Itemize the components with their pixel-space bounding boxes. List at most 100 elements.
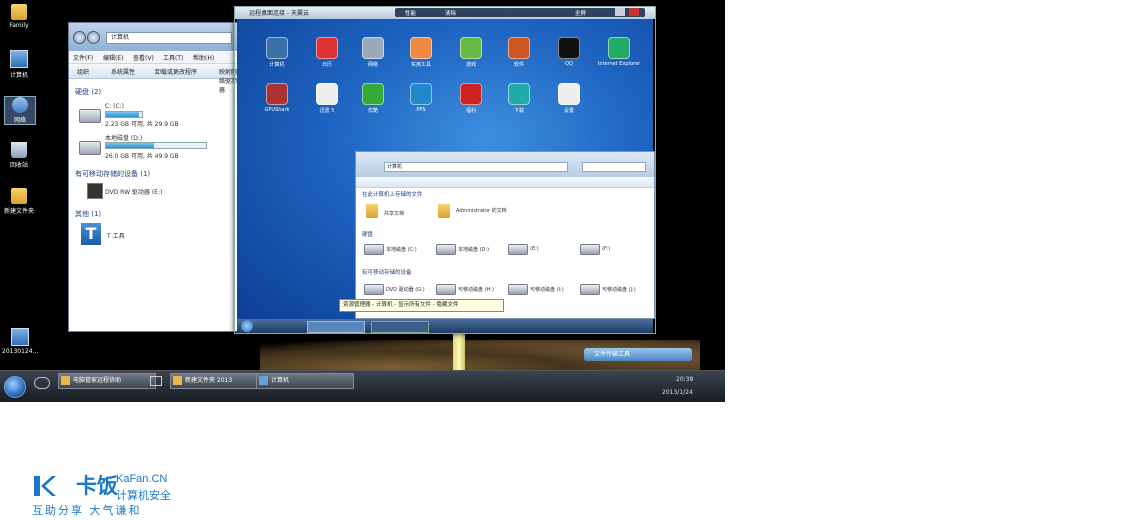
close-button[interactable] [629,8,639,16]
group-removable[interactable]: 有可移动存储的设备 (1) [75,169,150,179]
screenshot-icon [11,328,29,346]
drive-c-usage-bar [105,111,143,118]
remote-icon-xunlei[interactable]: 迅雷 5 [305,83,349,114]
gpu-icon [266,83,288,105]
kafan-logo: 卡饭 KaFan.CN 计算机安全 互助分享 大气谦和 [32,470,192,517]
other-item[interactable]: T T 工具 [79,223,229,247]
back-button[interactable] [73,31,86,44]
remote-taskbar [237,319,653,333]
system-properties-button[interactable]: 系统属性 [111,67,135,76]
menu-edit[interactable]: 编辑(E) [103,53,123,62]
download-icon [316,83,338,105]
menu-view[interactable]: 查看(V) [133,53,154,62]
uninstall-program-button[interactable]: 卸载或更改程序 [155,67,197,76]
folder-icon [366,204,378,218]
remote-icon-youku[interactable]: 优酷 [351,83,395,114]
remote-start-button[interactable] [241,320,253,332]
start-button[interactable] [4,376,26,398]
remote-icon-utility[interactable]: 实用工具 [399,37,443,68]
remote-icon-ie[interactable]: Internet Explorer [597,37,641,67]
dvd-drive-icon [364,284,384,295]
menu-bar: 文件(F) 编辑(E) 查看(V) 工具(T) 帮助(H) [69,52,239,64]
remote-perf-button[interactable]: 性能 [405,9,416,17]
system-tray[interactable] [600,376,650,396]
folder-icon [173,376,182,385]
recycle-bin-icon [11,142,27,158]
taskbar-item-computer[interactable]: 计算机 [256,373,354,389]
forward-button[interactable] [87,31,100,44]
remote-icon-settings[interactable]: 设置 [547,83,591,114]
tooltip: 资源管理器 - 计算机 - 显示所有文件 - 隐藏文件 [339,299,504,312]
tool-icon: T [81,223,101,245]
software-icon [508,37,530,59]
hard-drive-icon [364,244,384,255]
remote-icon-software[interactable]: 软件 [497,37,541,68]
remote-icon-qq[interactable]: QQ [547,37,591,67]
remote-icon-network[interactable]: 网络 [351,37,395,68]
remote-icon-pps[interactable]: PPS [399,83,443,113]
desktop-icon-new-folder[interactable]: 新建文件夹 [4,188,34,215]
remote-icon-computer[interactable]: 计算机 [255,37,299,68]
dvd-drive-icon [87,183,103,199]
hard-drive-icon [79,141,101,155]
remote-icon-gpushark[interactable]: GPUShark [255,83,299,113]
hard-drive-icon [580,244,600,255]
dvd-drive[interactable]: DVD RW 驱动器 (E:) [79,183,229,201]
drive-d[interactable]: 本地磁盘 (D:) 26.0 GB 可用, 共 49.9 GB [79,133,229,161]
group-other[interactable]: 其他 (1) [75,209,101,219]
menu-file[interactable]: 文件(F) [73,53,93,62]
network-icon [362,37,384,59]
clock-date[interactable]: 2013/1/24 [662,389,693,396]
remote-icon-calendar[interactable]: 日历 [305,37,349,68]
remote-explorer-address[interactable]: 计算机 [384,162,568,172]
remote-titlebar: 远程桌面连接 - 天翼云 性能 清除 全屏 [235,7,655,19]
network-icon [12,97,28,113]
cloud-icon[interactable] [34,377,50,389]
player-icon [410,83,432,105]
desktop-icon-network[interactable]: 网络 [4,96,36,125]
utility-icon [410,37,432,59]
menu-help[interactable]: 帮助(H) [193,53,214,62]
drive-c[interactable]: C: (C:) 2.23 GB 可用, 共 29.9 GB [79,103,229,129]
remote-icon-welfare[interactable]: 福利 [449,83,493,114]
folder-icon [11,188,27,204]
desktop-icon-recycle-bin[interactable]: 回收站 [4,142,34,169]
minimize-button[interactable] [615,8,625,16]
remote-taskbar-item[interactable] [307,321,365,333]
brand-en: KaFan.CN [116,473,168,485]
command-bar: 组织 系统属性 卸载或更改程序 映射网络驱动器 [69,64,239,94]
menu-tools[interactable]: 工具(T) [163,53,183,62]
taskbar-item-folder[interactable]: 新建文件夹 2013 [170,373,266,389]
desktop-icon-family[interactable]: Family [4,4,34,29]
remote-clear-button[interactable]: 清除 [445,9,456,17]
folder-icon [11,4,27,20]
app-icon [61,376,70,385]
computer-icon [10,50,28,68]
desktop-icon-screenshot[interactable]: 20130124... [2,328,38,355]
window-icon[interactable] [150,376,162,386]
kafan-k-logo-icon [34,476,56,496]
usb-drive-icon [580,284,600,295]
remote-explorer-command-bar [356,177,654,188]
brand-sub: 计算机安全 [116,489,171,502]
hard-drive-icon [436,244,456,255]
organize-button[interactable]: 组织 [77,67,89,76]
brand-cn: 卡饭 [76,474,118,498]
remote-explorer-search[interactable] [582,162,646,172]
address-bar[interactable]: 计算机 [106,32,232,44]
remote-fullscreen-button[interactable]: 全屏 [575,9,586,17]
group-hard-drives[interactable]: 硬盘 (2) [75,87,101,97]
taskbar-item-remote-assist[interactable]: 电脑管家远程协助 [58,373,156,389]
desktop-icon-computer[interactable]: 计算机 [4,50,34,79]
usb-drive-icon [436,284,456,295]
remote-icon-games[interactable]: 游戏 [449,37,493,68]
clock-time[interactable]: 20:38 [676,376,693,383]
file-transfer-bar[interactable]: 文件传输工具 [584,348,692,361]
remote-taskbar-item[interactable] [371,321,429,333]
slogan: 互助分享 大气谦和 [32,504,142,517]
usb-drive-icon [508,284,528,295]
computer-icon [259,376,268,385]
remote-toolbar: 性能 清除 全屏 [395,8,645,17]
hard-drive-icon [508,244,528,255]
remote-icon-download[interactable]: 下载 [497,83,541,114]
